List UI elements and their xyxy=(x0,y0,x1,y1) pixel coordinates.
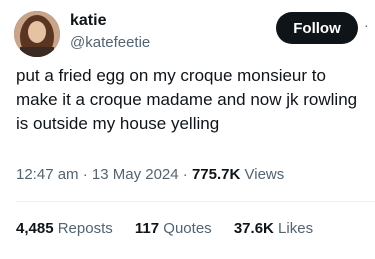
reposts-count: 4,485 xyxy=(16,220,54,237)
tweet-stats: 4,485 Reposts 117 Quotes 37.6K Likes xyxy=(16,219,331,239)
tweet-time[interactable]: 12:47 am xyxy=(16,166,79,183)
tweet-date[interactable]: 13 May 2024 xyxy=(92,166,179,183)
likes-label: Likes xyxy=(278,220,314,237)
follow-button[interactable]: Follow xyxy=(276,12,358,44)
quotes-stat[interactable]: 117 Quotes xyxy=(135,219,212,239)
quotes-label: Quotes xyxy=(163,220,212,237)
likes-count: 37.6K xyxy=(233,220,274,237)
author-name[interactable]: katie xyxy=(70,12,106,30)
tweet-meta: 12:47 am · 13 May 2024 · 775.7K Views xyxy=(16,165,284,185)
avatar-photo xyxy=(14,11,60,57)
tweet-text: put a fried egg on my croque monsieur to… xyxy=(16,66,358,133)
divider xyxy=(16,201,375,202)
avatar[interactable] xyxy=(14,11,60,57)
views-label: Views xyxy=(244,166,285,183)
quotes-count: 117 xyxy=(134,220,160,237)
reposts-label: Reposts xyxy=(57,220,113,237)
meta-separator: · xyxy=(82,166,88,183)
likes-stat[interactable]: 37.6K Likes xyxy=(234,219,313,239)
views-count: 775.7K xyxy=(191,166,241,183)
meta-separator: · xyxy=(182,166,188,183)
author-handle[interactable]: @katefeetie xyxy=(70,34,150,52)
more-options-icon[interactable]: · xyxy=(364,18,369,32)
reposts-stat[interactable]: 4,485 Reposts xyxy=(16,219,113,239)
